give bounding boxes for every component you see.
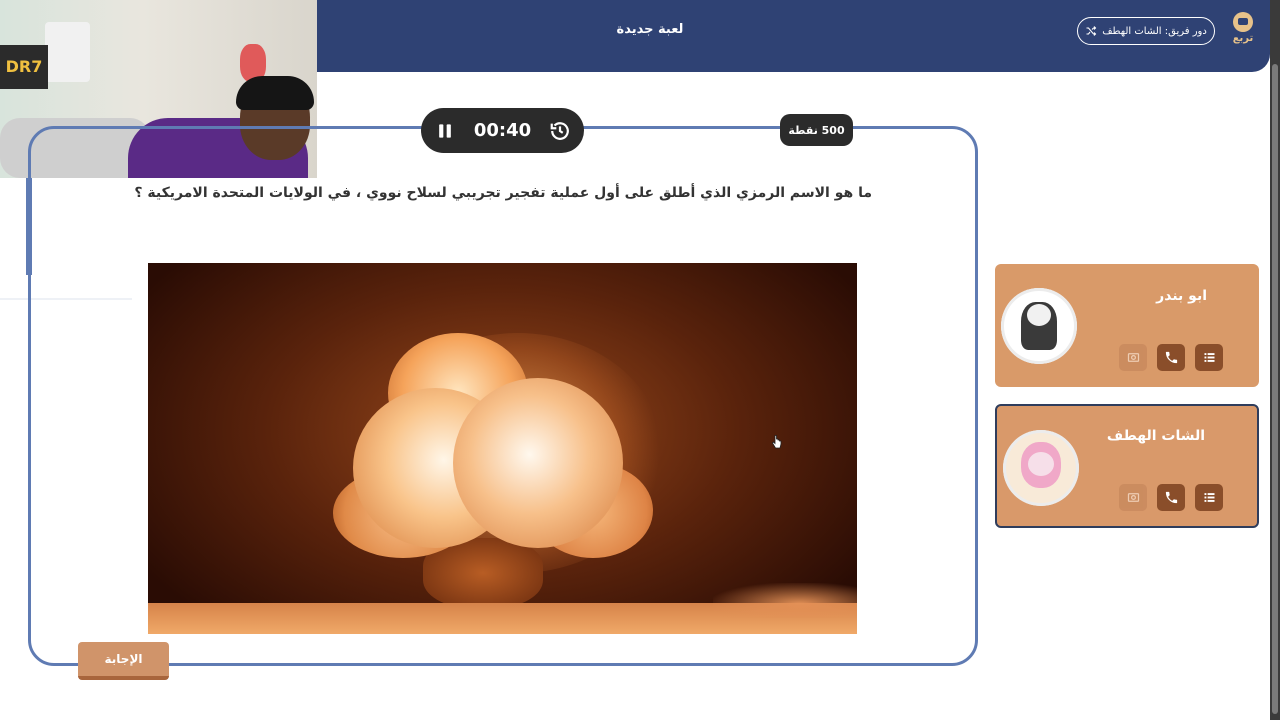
- image-lifeline-button[interactable]: [1119, 344, 1147, 371]
- list-icon: [1204, 493, 1214, 502]
- history-icon: [550, 121, 569, 140]
- dust-cloud: [713, 583, 857, 618]
- points-badge: 500 نقطة: [780, 114, 853, 146]
- player-name: ابو بندر: [1156, 288, 1207, 304]
- avatar-face: [1027, 304, 1051, 326]
- wall-sign: DR7: [0, 45, 48, 89]
- turn-indicator-button[interactable]: دور فريق: الشات الهطف: [1077, 17, 1215, 45]
- phone-icon: [1165, 351, 1177, 364]
- avatar-face: [1028, 452, 1054, 476]
- phone-icon: [1165, 491, 1177, 504]
- call-lifeline-button[interactable]: [1157, 344, 1185, 371]
- player-tools: [1119, 484, 1223, 511]
- player-tools: [1119, 344, 1223, 371]
- call-lifeline-button[interactable]: [1157, 484, 1185, 511]
- shuffle-icon: [1086, 26, 1097, 36]
- streamer-hair: [236, 76, 314, 110]
- question-image: [148, 263, 857, 634]
- cloud-mid-right: [453, 378, 623, 548]
- pause-button[interactable]: [433, 119, 457, 143]
- app-logo[interactable]: تربع: [1228, 12, 1258, 52]
- player-name: الشات الهطف: [1106, 428, 1205, 444]
- pause-icon: [439, 123, 451, 138]
- player-avatar: [1003, 430, 1079, 506]
- question-timer: 00:40: [421, 108, 584, 153]
- list-lifeline-button[interactable]: [1195, 344, 1223, 371]
- image-icon: [1127, 493, 1139, 502]
- wall-jersey: [45, 22, 90, 82]
- logo-text: تربع: [1232, 33, 1254, 44]
- reset-timer-button[interactable]: [548, 119, 572, 143]
- logo-icon: [1233, 12, 1253, 32]
- scrollbar-thumb[interactable]: [1272, 64, 1278, 714]
- timer-value: 00:40: [473, 120, 532, 141]
- player-avatar: [1001, 288, 1077, 364]
- player-card-2: الشات الهطف: [995, 404, 1259, 528]
- question-text: ما هو الاسم الرمزي الذي أطلق على أول عمل…: [134, 185, 872, 201]
- page-title: لعبة جديدة: [616, 22, 684, 37]
- list-lifeline-button[interactable]: [1195, 484, 1223, 511]
- answer-button[interactable]: الإجابة: [78, 642, 169, 680]
- mouse-cursor-icon: [772, 435, 782, 449]
- turn-label: دور فريق: الشات الهطف: [1102, 25, 1207, 37]
- list-icon: [1204, 353, 1214, 362]
- player-card-1: ابو بندر: [995, 264, 1259, 387]
- image-lifeline-button[interactable]: [1119, 484, 1147, 511]
- image-icon: [1127, 353, 1139, 362]
